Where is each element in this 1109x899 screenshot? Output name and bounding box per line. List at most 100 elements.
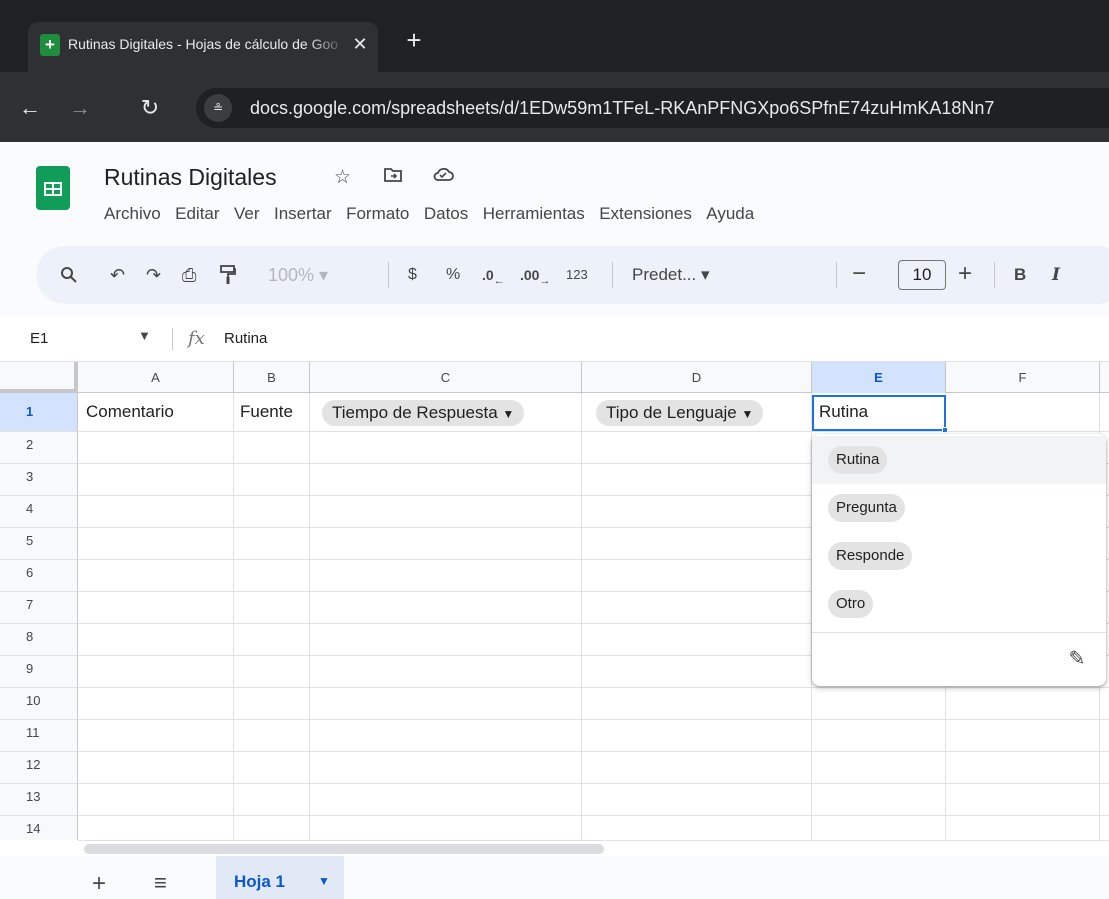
grid-line	[78, 719, 1109, 720]
row-header-8[interactable]: 8	[0, 624, 78, 656]
menu-datos[interactable]: Datos	[424, 204, 468, 224]
undo-icon[interactable]: ↶	[110, 262, 125, 288]
grid-line	[309, 393, 310, 840]
more-formats-button[interactable]: 123	[566, 262, 588, 288]
browser-tab[interactable]: + Rutinas Digitales - Hojas de cálculo d…	[28, 22, 378, 72]
row-header-1[interactable]: 1	[0, 393, 78, 432]
dropdown-option-pregunta[interactable]: Pregunta	[812, 484, 1106, 532]
row-number: 13	[26, 789, 41, 804]
cell-d1-chip[interactable]: Tipo de Lenguaje ▼	[596, 400, 764, 426]
url-text[interactable]: docs.google.com/spreadsheets/d/1EDw59m1T…	[250, 98, 994, 119]
decrease-decimals-label: .0	[482, 267, 494, 283]
toolbar-divider	[612, 262, 613, 288]
row-header-14[interactable]: 14	[0, 816, 78, 840]
fx-icon: fx	[188, 328, 205, 349]
cell-b1[interactable]: Fuente	[240, 402, 293, 422]
font-size-input[interactable]: 10	[898, 260, 946, 290]
grid-line	[78, 431, 1109, 432]
active-cell-e1[interactable]: Rutina	[812, 395, 946, 431]
dropdown-divider	[812, 632, 1106, 633]
add-sheet-icon[interactable]: +	[92, 870, 106, 898]
browser-navbar: ← → ↻ ≗ docs.google.com/spreadsheets/d/1…	[0, 72, 1109, 142]
address-bar[interactable]: ≗ docs.google.com/spreadsheets/d/1EDw59m…	[196, 88, 1109, 128]
new-tab-button[interactable]: +	[400, 26, 428, 54]
row-header-2[interactable]: 2	[0, 432, 78, 464]
row-header-4[interactable]: 4	[0, 496, 78, 528]
menu-bar: Archivo Editar Ver Insertar Formato Dato…	[104, 204, 764, 228]
scrollbar-thumb[interactable]	[84, 844, 604, 854]
increase-font-size-icon[interactable]: +	[958, 262, 972, 288]
dropdown-option-rutina[interactable]: Rutina	[812, 436, 1106, 484]
row-number: 2	[26, 437, 34, 452]
active-cell-input[interactable]: Rutina	[819, 402, 868, 422]
menu-ayuda[interactable]: Ayuda	[706, 204, 754, 224]
column-header-b[interactable]: B	[234, 362, 310, 393]
name-box[interactable]: E1	[30, 330, 48, 347]
close-tab-icon[interactable]: ✕	[348, 32, 372, 56]
select-all-corner[interactable]	[0, 362, 78, 393]
site-info-icon[interactable]: ≗	[204, 94, 232, 122]
toolbar-divider	[994, 262, 995, 288]
row-header-6[interactable]: 6	[0, 560, 78, 592]
paint-format-icon[interactable]	[220, 262, 236, 288]
menu-ver[interactable]: Ver	[234, 204, 260, 224]
reload-icon[interactable]: ↻	[136, 94, 164, 122]
column-header-e[interactable]: E	[812, 362, 946, 393]
row-header-10[interactable]: 10	[0, 688, 78, 720]
back-icon[interactable]: ←	[16, 94, 44, 122]
sheets-logo-icon[interactable]	[36, 166, 70, 210]
row-number: 10	[26, 693, 41, 708]
row-header-11[interactable]: 11	[0, 720, 78, 752]
forward-icon[interactable]: →	[66, 94, 94, 122]
cell-a1[interactable]: Comentario	[86, 402, 174, 422]
fill-handle[interactable]	[942, 427, 948, 433]
font-select[interactable]: Predet... ▾	[632, 262, 710, 288]
chip-label: Tiempo de Respuesta	[332, 403, 498, 422]
dropdown-option-otro[interactable]: Otro	[812, 580, 1106, 628]
decrease-font-size-icon[interactable]: −	[852, 262, 866, 288]
sheet-tab-menu-icon[interactable]: ▼	[318, 874, 330, 888]
sheet-tab-hoja-1[interactable]: Hoja 1 ▼	[216, 856, 344, 899]
column-header-c[interactable]: C	[310, 362, 582, 393]
currency-format-button[interactable]: $	[408, 262, 417, 288]
menu-editar[interactable]: Editar	[175, 204, 219, 224]
edit-pencil-icon[interactable]: ✎	[1064, 646, 1090, 672]
decrease-decimals-button[interactable]: .0←	[482, 262, 505, 288]
grid-line	[78, 751, 1109, 752]
column-header-d[interactable]: D	[582, 362, 812, 393]
column-header-a[interactable]: A	[78, 362, 234, 393]
italic-button[interactable]: I	[1052, 262, 1060, 288]
move-folder-icon[interactable]	[384, 166, 402, 188]
menu-extensiones[interactable]: Extensiones	[599, 204, 692, 224]
all-sheets-menu-icon[interactable]: ≡	[154, 870, 167, 896]
bold-button[interactable]: B	[1014, 262, 1026, 288]
row-header-3[interactable]: 3	[0, 464, 78, 496]
menu-formato[interactable]: Formato	[346, 204, 409, 224]
percent-format-button[interactable]: %	[446, 262, 460, 288]
grid-line	[78, 783, 1109, 784]
cell-c1-chip[interactable]: Tiempo de Respuesta ▼	[322, 400, 525, 426]
column-header-f[interactable]: F	[946, 362, 1100, 393]
menu-herramientas[interactable]: Herramientas	[483, 204, 585, 224]
row-header-9[interactable]: 9	[0, 656, 78, 688]
redo-icon[interactable]: ↷	[146, 262, 161, 288]
horizontal-scrollbar[interactable]	[78, 840, 1109, 856]
print-icon[interactable]: ⎙	[182, 262, 196, 288]
row-header-5[interactable]: 5	[0, 528, 78, 560]
formula-input[interactable]: Rutina	[224, 330, 267, 347]
row-header-12[interactable]: 12	[0, 752, 78, 784]
row-number: 6	[26, 565, 34, 580]
dropdown-option-responde[interactable]: Responde	[812, 532, 1106, 580]
zoom-select[interactable]: 100% ▾	[268, 262, 328, 288]
menu-insertar[interactable]: Insertar	[274, 204, 332, 224]
cloud-status-icon[interactable]	[432, 166, 454, 188]
name-box-dropdown-icon[interactable]: ▼	[138, 328, 151, 343]
row-header-7[interactable]: 7	[0, 592, 78, 624]
menu-archivo[interactable]: Archivo	[104, 204, 161, 224]
star-icon[interactable]: ☆	[334, 166, 351, 189]
document-title[interactable]: Rutinas Digitales	[104, 164, 277, 191]
increase-decimals-button[interactable]: .00→	[520, 262, 550, 288]
search-menus-icon[interactable]	[60, 262, 78, 288]
row-header-13[interactable]: 13	[0, 784, 78, 816]
formula-bar: E1 ▼ fx Rutina	[0, 316, 1109, 362]
